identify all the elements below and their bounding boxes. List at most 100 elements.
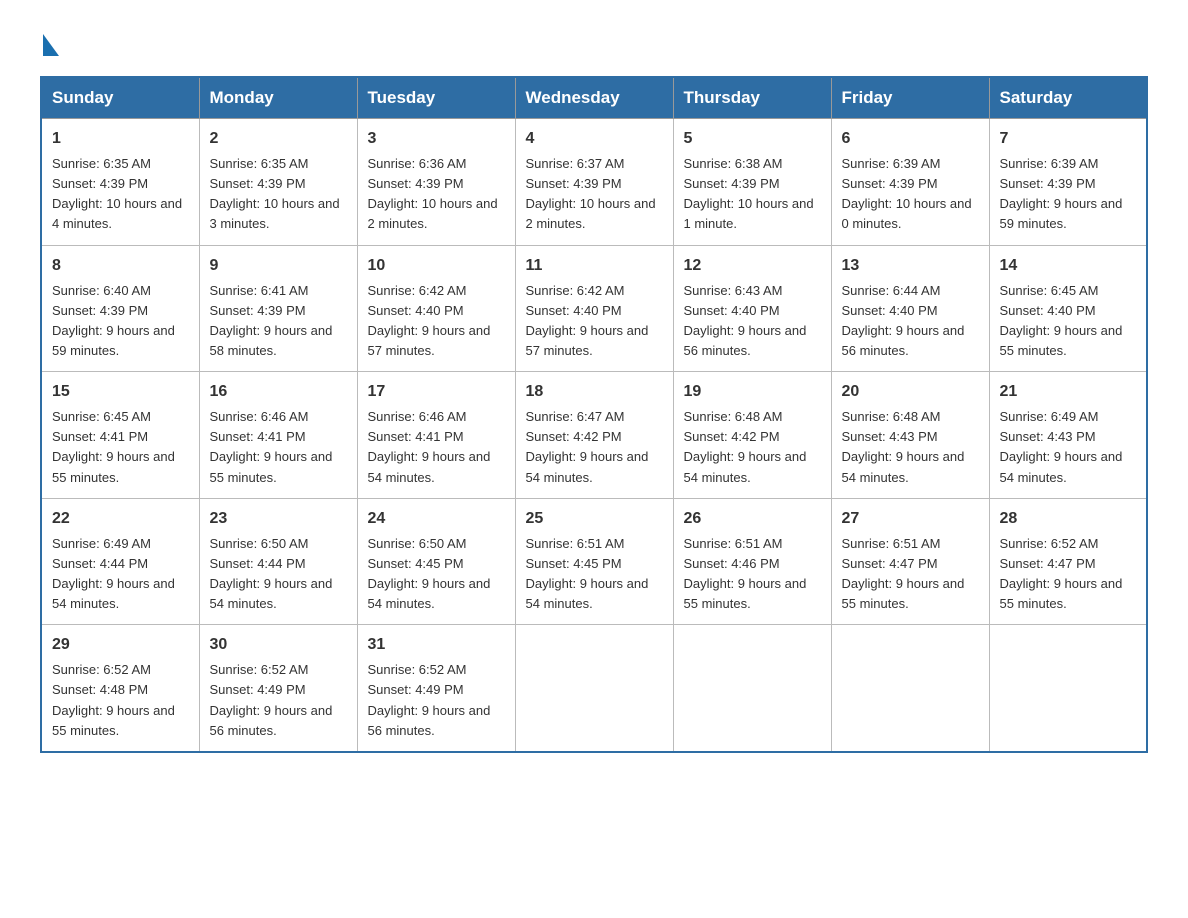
calendar-cell: 16 Sunrise: 6:46 AMSunset: 4:41 PMDaylig…	[199, 372, 357, 499]
day-number: 20	[842, 380, 979, 404]
calendar-cell: 12 Sunrise: 6:43 AMSunset: 4:40 PMDaylig…	[673, 245, 831, 372]
logo-brand	[40, 30, 59, 56]
day-info: Sunrise: 6:39 AMSunset: 4:39 PMDaylight:…	[842, 156, 972, 231]
day-number: 7	[1000, 127, 1137, 151]
day-info: Sunrise: 6:51 AMSunset: 4:46 PMDaylight:…	[684, 536, 807, 611]
day-number: 28	[1000, 507, 1137, 531]
day-info: Sunrise: 6:36 AMSunset: 4:39 PMDaylight:…	[368, 156, 498, 231]
day-info: Sunrise: 6:52 AMSunset: 4:49 PMDaylight:…	[210, 662, 333, 737]
day-number: 17	[368, 380, 505, 404]
calendar-cell: 19 Sunrise: 6:48 AMSunset: 4:42 PMDaylig…	[673, 372, 831, 499]
calendar-cell: 18 Sunrise: 6:47 AMSunset: 4:42 PMDaylig…	[515, 372, 673, 499]
day-info: Sunrise: 6:41 AMSunset: 4:39 PMDaylight:…	[210, 283, 333, 358]
day-number: 12	[684, 254, 821, 278]
weekday-header-thursday: Thursday	[673, 77, 831, 119]
day-info: Sunrise: 6:47 AMSunset: 4:42 PMDaylight:…	[526, 409, 649, 484]
weekday-header-row: SundayMondayTuesdayWednesdayThursdayFrid…	[41, 77, 1147, 119]
day-number: 23	[210, 507, 347, 531]
day-number: 13	[842, 254, 979, 278]
weekday-header-wednesday: Wednesday	[515, 77, 673, 119]
day-info: Sunrise: 6:48 AMSunset: 4:43 PMDaylight:…	[842, 409, 965, 484]
calendar-week-row: 22 Sunrise: 6:49 AMSunset: 4:44 PMDaylig…	[41, 498, 1147, 625]
calendar-cell: 6 Sunrise: 6:39 AMSunset: 4:39 PMDayligh…	[831, 119, 989, 246]
calendar-cell: 23 Sunrise: 6:50 AMSunset: 4:44 PMDaylig…	[199, 498, 357, 625]
day-number: 14	[1000, 254, 1137, 278]
calendar-cell: 30 Sunrise: 6:52 AMSunset: 4:49 PMDaylig…	[199, 625, 357, 752]
calendar-cell: 11 Sunrise: 6:42 AMSunset: 4:40 PMDaylig…	[515, 245, 673, 372]
day-info: Sunrise: 6:42 AMSunset: 4:40 PMDaylight:…	[368, 283, 491, 358]
weekday-header-friday: Friday	[831, 77, 989, 119]
logo-arrow-icon	[43, 34, 59, 56]
calendar-cell: 5 Sunrise: 6:38 AMSunset: 4:39 PMDayligh…	[673, 119, 831, 246]
day-info: Sunrise: 6:37 AMSunset: 4:39 PMDaylight:…	[526, 156, 656, 231]
day-info: Sunrise: 6:52 AMSunset: 4:48 PMDaylight:…	[52, 662, 175, 737]
day-info: Sunrise: 6:40 AMSunset: 4:39 PMDaylight:…	[52, 283, 175, 358]
calendar-cell: 28 Sunrise: 6:52 AMSunset: 4:47 PMDaylig…	[989, 498, 1147, 625]
weekday-header-tuesday: Tuesday	[357, 77, 515, 119]
calendar-cell: 13 Sunrise: 6:44 AMSunset: 4:40 PMDaylig…	[831, 245, 989, 372]
day-number: 19	[684, 380, 821, 404]
calendar-cell: 10 Sunrise: 6:42 AMSunset: 4:40 PMDaylig…	[357, 245, 515, 372]
day-number: 3	[368, 127, 505, 151]
calendar-cell: 24 Sunrise: 6:50 AMSunset: 4:45 PMDaylig…	[357, 498, 515, 625]
calendar-cell: 15 Sunrise: 6:45 AMSunset: 4:41 PMDaylig…	[41, 372, 199, 499]
calendar-cell: 29 Sunrise: 6:52 AMSunset: 4:48 PMDaylig…	[41, 625, 199, 752]
day-info: Sunrise: 6:43 AMSunset: 4:40 PMDaylight:…	[684, 283, 807, 358]
day-number: 8	[52, 254, 189, 278]
day-number: 25	[526, 507, 663, 531]
day-info: Sunrise: 6:44 AMSunset: 4:40 PMDaylight:…	[842, 283, 965, 358]
calendar-cell: 20 Sunrise: 6:48 AMSunset: 4:43 PMDaylig…	[831, 372, 989, 499]
day-number: 22	[52, 507, 189, 531]
calendar-cell: 22 Sunrise: 6:49 AMSunset: 4:44 PMDaylig…	[41, 498, 199, 625]
day-info: Sunrise: 6:35 AMSunset: 4:39 PMDaylight:…	[52, 156, 182, 231]
calendar-cell: 31 Sunrise: 6:52 AMSunset: 4:49 PMDaylig…	[357, 625, 515, 752]
day-number: 2	[210, 127, 347, 151]
calendar-cell: 26 Sunrise: 6:51 AMSunset: 4:46 PMDaylig…	[673, 498, 831, 625]
day-number: 5	[684, 127, 821, 151]
weekday-header-saturday: Saturday	[989, 77, 1147, 119]
calendar-week-row: 8 Sunrise: 6:40 AMSunset: 4:39 PMDayligh…	[41, 245, 1147, 372]
day-number: 24	[368, 507, 505, 531]
day-number: 1	[52, 127, 189, 151]
calendar-table: SundayMondayTuesdayWednesdayThursdayFrid…	[40, 76, 1148, 753]
day-number: 27	[842, 507, 979, 531]
calendar-week-row: 15 Sunrise: 6:45 AMSunset: 4:41 PMDaylig…	[41, 372, 1147, 499]
calendar-cell	[673, 625, 831, 752]
day-number: 26	[684, 507, 821, 531]
day-info: Sunrise: 6:50 AMSunset: 4:44 PMDaylight:…	[210, 536, 333, 611]
logo	[40, 30, 59, 56]
day-info: Sunrise: 6:46 AMSunset: 4:41 PMDaylight:…	[368, 409, 491, 484]
day-number: 16	[210, 380, 347, 404]
calendar-week-row: 29 Sunrise: 6:52 AMSunset: 4:48 PMDaylig…	[41, 625, 1147, 752]
day-info: Sunrise: 6:51 AMSunset: 4:47 PMDaylight:…	[842, 536, 965, 611]
calendar-cell: 9 Sunrise: 6:41 AMSunset: 4:39 PMDayligh…	[199, 245, 357, 372]
day-info: Sunrise: 6:51 AMSunset: 4:45 PMDaylight:…	[526, 536, 649, 611]
day-info: Sunrise: 6:42 AMSunset: 4:40 PMDaylight:…	[526, 283, 649, 358]
day-number: 31	[368, 633, 505, 657]
calendar-cell: 25 Sunrise: 6:51 AMSunset: 4:45 PMDaylig…	[515, 498, 673, 625]
day-number: 21	[1000, 380, 1137, 404]
day-info: Sunrise: 6:52 AMSunset: 4:47 PMDaylight:…	[1000, 536, 1123, 611]
day-number: 29	[52, 633, 189, 657]
day-info: Sunrise: 6:45 AMSunset: 4:40 PMDaylight:…	[1000, 283, 1123, 358]
calendar-cell: 7 Sunrise: 6:39 AMSunset: 4:39 PMDayligh…	[989, 119, 1147, 246]
day-info: Sunrise: 6:39 AMSunset: 4:39 PMDaylight:…	[1000, 156, 1123, 231]
calendar-cell: 2 Sunrise: 6:35 AMSunset: 4:39 PMDayligh…	[199, 119, 357, 246]
calendar-header: SundayMondayTuesdayWednesdayThursdayFrid…	[41, 77, 1147, 119]
day-number: 18	[526, 380, 663, 404]
day-number: 30	[210, 633, 347, 657]
day-info: Sunrise: 6:35 AMSunset: 4:39 PMDaylight:…	[210, 156, 340, 231]
day-info: Sunrise: 6:49 AMSunset: 4:44 PMDaylight:…	[52, 536, 175, 611]
day-number: 6	[842, 127, 979, 151]
day-number: 11	[526, 254, 663, 278]
calendar-cell	[831, 625, 989, 752]
day-number: 9	[210, 254, 347, 278]
day-info: Sunrise: 6:48 AMSunset: 4:42 PMDaylight:…	[684, 409, 807, 484]
calendar-cell	[989, 625, 1147, 752]
calendar-cell: 1 Sunrise: 6:35 AMSunset: 4:39 PMDayligh…	[41, 119, 199, 246]
calendar-cell: 14 Sunrise: 6:45 AMSunset: 4:40 PMDaylig…	[989, 245, 1147, 372]
day-info: Sunrise: 6:52 AMSunset: 4:49 PMDaylight:…	[368, 662, 491, 737]
day-info: Sunrise: 6:46 AMSunset: 4:41 PMDaylight:…	[210, 409, 333, 484]
weekday-header-monday: Monday	[199, 77, 357, 119]
calendar-cell: 17 Sunrise: 6:46 AMSunset: 4:41 PMDaylig…	[357, 372, 515, 499]
